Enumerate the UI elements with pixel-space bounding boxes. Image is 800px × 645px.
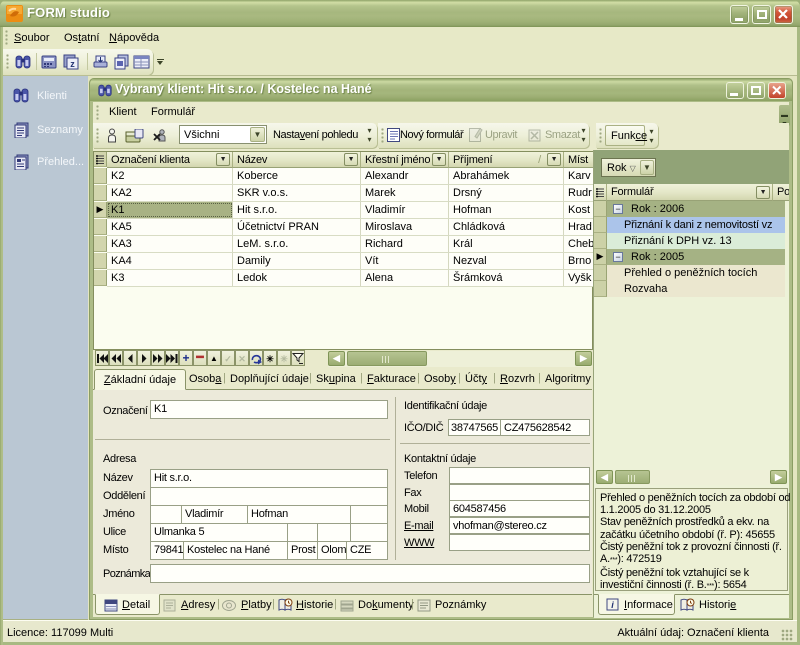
svg-text:z: z <box>70 59 75 69</box>
